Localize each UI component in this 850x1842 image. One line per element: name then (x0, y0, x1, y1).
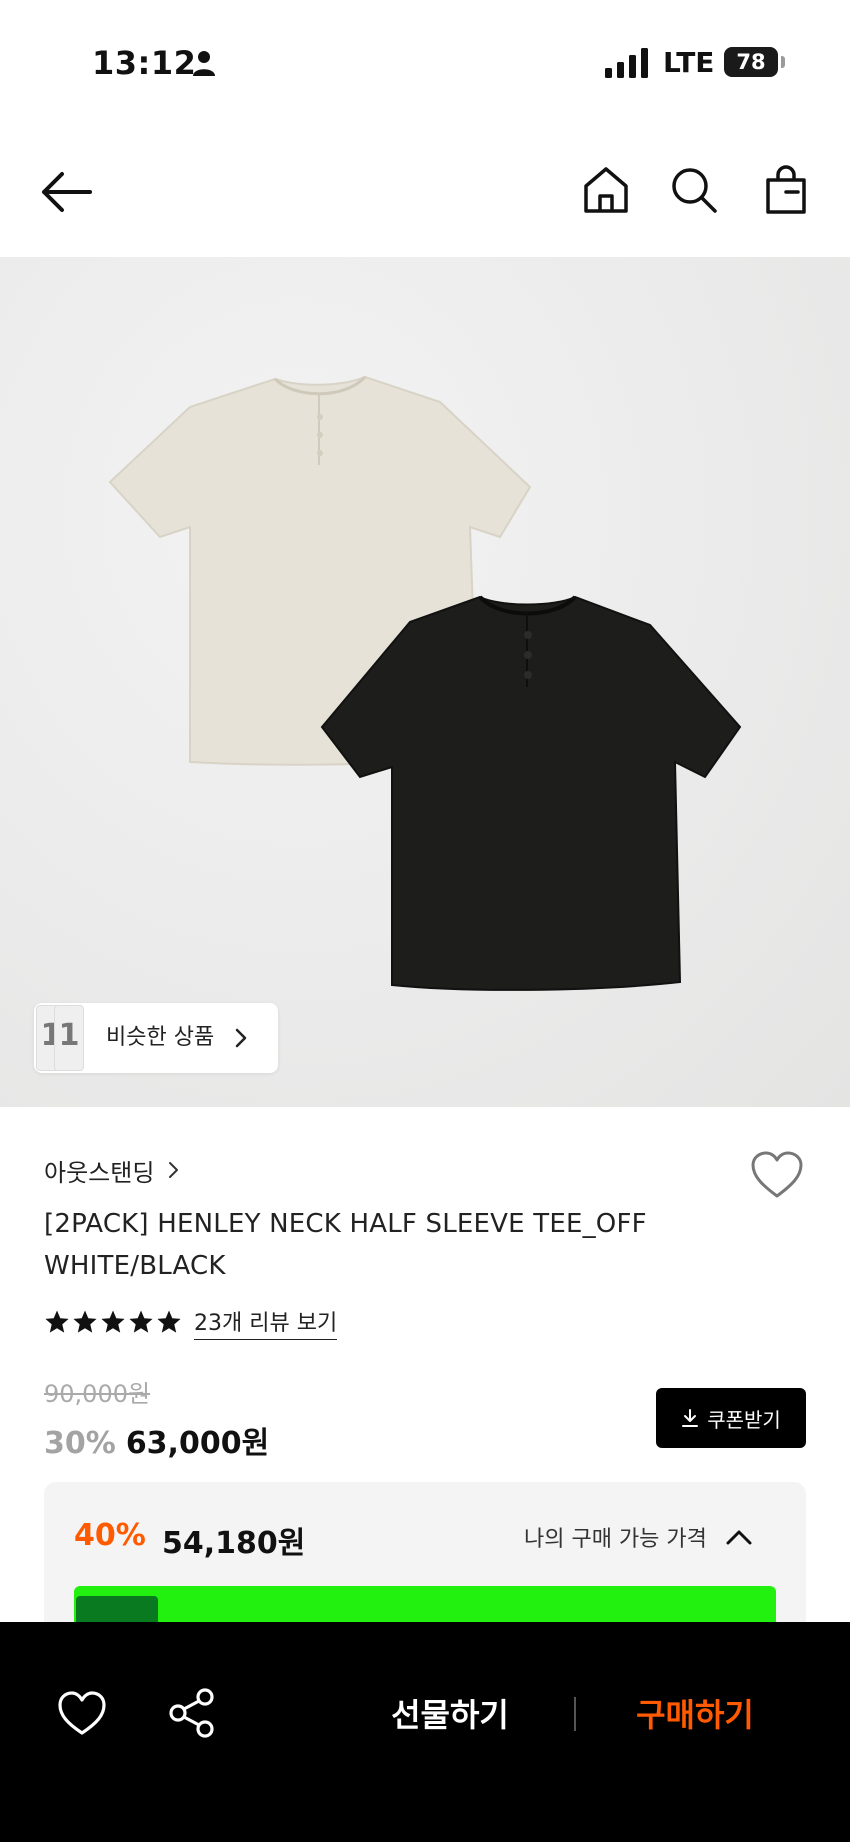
chevron-right-icon (235, 1028, 247, 1048)
download-icon (682, 1409, 699, 1427)
bottom-wishlist-button[interactable] (54, 1688, 110, 1738)
battery-nub (781, 56, 785, 68)
star-icon (129, 1310, 153, 1333)
status-bar: 13:12 LTE 78 (0, 0, 850, 120)
top-nav (0, 150, 850, 230)
benefit-toggle-label: 나의 구매 가능 가격 (524, 1527, 707, 1552)
search-button[interactable] (668, 164, 720, 216)
heart-icon (58, 1691, 106, 1735)
price-row: 30% 63,000원 (44, 1418, 269, 1462)
product-title: [2PACK] HENLEY NECK HALF SLEEVE TEE_OFF … (44, 1209, 647, 1281)
shopping-bag-icon (766, 165, 806, 214)
share-icon (169, 1688, 214, 1738)
home-button[interactable] (580, 164, 632, 216)
sale-price: 63,000원 (125, 1426, 270, 1461)
review-link[interactable]: 23개 리뷰 보기 (194, 1305, 338, 1340)
original-price: 90,000원 (44, 1380, 151, 1408)
chevron-up-icon (726, 1530, 752, 1545)
star-icon (157, 1310, 181, 1333)
similar-thumb: 1 (54, 1005, 84, 1071)
product-photo (108, 375, 742, 991)
bottom-action-bar: 선물하기 구매하기 (0, 1622, 850, 1842)
star-icon (73, 1310, 97, 1333)
back-button[interactable] (36, 170, 100, 214)
rating-row: 23개 리뷰 보기 (44, 1302, 338, 1342)
brand-link[interactable]: 아웃스탠딩 (44, 1152, 180, 1188)
product-image[interactable]: 1 1 비슷한 상품 (0, 257, 850, 1107)
battery-indicator: 78 (724, 47, 778, 77)
chevron-right-icon (169, 1162, 179, 1178)
share-button[interactable] (166, 1686, 218, 1740)
divider (574, 1697, 576, 1731)
buy-button[interactable]: 구매하기 (600, 1682, 790, 1744)
benefit-rate: 40% (74, 1518, 146, 1553)
discount-rate: 30% (44, 1426, 116, 1461)
back-arrow-icon (42, 172, 92, 212)
search-icon (672, 168, 717, 213)
rating-stars (44, 1309, 182, 1335)
benefit-toggle[interactable]: 나의 구매 가능 가격 (524, 1512, 753, 1562)
similar-thumbs: 1 1 (34, 1003, 114, 1073)
benefit-price: 54,180원 (162, 1526, 306, 1561)
coupon-label: 쿠폰받기 (707, 1407, 781, 1432)
person-icon (193, 51, 215, 76)
wishlist-button[interactable] (750, 1150, 804, 1200)
star-icon (45, 1310, 69, 1333)
status-time: 13:12 (92, 44, 197, 82)
star-icon (101, 1310, 125, 1333)
home-icon (584, 167, 628, 213)
heart-icon (751, 1151, 803, 1198)
signal-icon (605, 48, 648, 78)
similar-products-chip[interactable]: 1 1 비슷한 상품 (34, 1003, 278, 1073)
coupon-button[interactable]: 쿠폰받기 (656, 1388, 806, 1448)
network-label: LTE (663, 46, 715, 79)
gift-button[interactable]: 선물하기 (360, 1682, 540, 1744)
cart-button[interactable] (760, 164, 812, 216)
brand-name: 아웃스탠딩 (44, 1158, 155, 1187)
similar-products-label: 비슷한 상품 (106, 1025, 215, 1050)
